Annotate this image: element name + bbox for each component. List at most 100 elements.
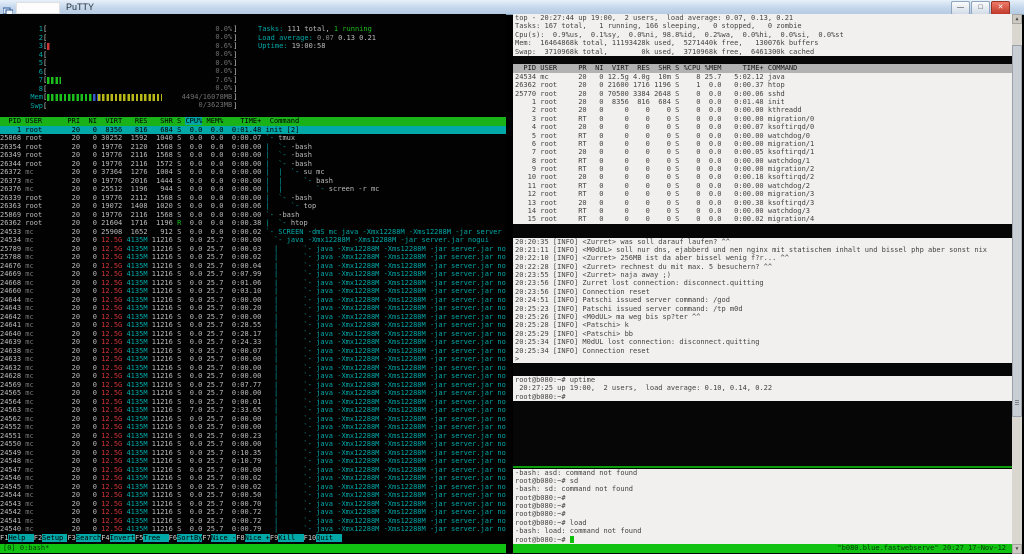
process-row[interactable]: 26373 mc 20 0 19776 2016 1444 S 0.0 0.0 …: [0, 177, 506, 186]
process-row[interactable]: 24628 mc 20 0 12.5G 4135M 11216 S 0.0 25…: [0, 372, 506, 381]
window-title: PuTTY: [66, 2, 95, 12]
process-row[interactable]: 24562 mc 20 0 12.5G 4135M 11216 S 0.0 25…: [0, 415, 506, 424]
fkey-F9[interactable]: F9Kill: [270, 534, 304, 542]
process-row[interactable]: 24643 mc 20 0 12.5G 4135M 11216 S 0.0 25…: [0, 304, 506, 313]
process-row[interactable]: 24541 mc 20 0 12.5G 4135M 11216 S 0.0 25…: [0, 517, 506, 526]
process-row[interactable]: 24633 mc 20 0 12.5G 4135M 11216 S 0.0 25…: [0, 355, 506, 364]
terminal-line: Tasks: 167 total, 1 running, 166 sleepin…: [513, 22, 1012, 31]
process-row[interactable]: 26349 root 20 0 19776 2116 1568 S 0.0 0.…: [0, 151, 506, 160]
top-process-row: 5 root RT 0 0 0 0 S 0 0.0 0:00.00 watchd…: [513, 131, 1012, 140]
fkey-F3[interactable]: F3Search: [67, 534, 102, 542]
scrollbar[interactable]: ▲ ▼: [1012, 14, 1022, 554]
meter-1: 1[0.0%]: [38, 24, 238, 33]
fkey-F4[interactable]: F4Invert: [101, 534, 135, 542]
process-row[interactable]: 24644 mc 20 0 12.5G 4135M 11216 S 0.0 25…: [0, 296, 506, 305]
process-row[interactable]: 24545 mc 20 0 12.5G 4135M 11216 S 0.0 25…: [0, 483, 506, 492]
fkey-F5[interactable]: F5Tree: [135, 534, 169, 542]
scroll-up-arrow[interactable]: ▲: [1012, 14, 1022, 24]
terminal-line: root@b080:~#: [513, 510, 1012, 519]
fkey-F8[interactable]: F8Nice +: [236, 534, 270, 542]
scroll-down-arrow[interactable]: ▼: [1012, 544, 1022, 554]
process-row[interactable]: 24676 mc 20 0 12.5G 4135M 11216 S 0.0 25…: [0, 262, 506, 271]
process-row[interactable]: 24660 mc 20 0 12.5G 4135M 11216 S 0.0 25…: [0, 287, 506, 296]
terminal-line: top - 20:27:44 up 19:00, 2 users, load a…: [513, 14, 1012, 23]
process-row[interactable]: 24638 mc 20 0 12.5G 4135M 11216 S 0.0 25…: [0, 347, 506, 356]
process-row[interactable]: 1 root 20 0 8356 816 684 S 0.0 0.0 0:01.…: [0, 125, 506, 134]
process-row[interactable]: 24640 mc 20 0 12.5G 4135M 11216 S 0.0 25…: [0, 330, 506, 339]
function-key-bar: F1Help F2Setup F3SearchF4InvertF5Tree F6…: [0, 534, 506, 543]
process-row[interactable]: 24542 mc 20 0 12.5G 4135M 11216 S 0.0 25…: [0, 508, 506, 517]
terminal-line: root@b080:~#: [513, 392, 1012, 402]
maximize-button[interactable]: □: [971, 1, 990, 15]
terminal-line: root@b080:~# uptime: [513, 376, 1012, 385]
log-line: 20:25:28 [INFO] <Patschi> k: [513, 321, 1012, 330]
process-row[interactable]: 24569 mc 20 0 12.5G 4135M 11216 S 0.0 25…: [0, 381, 506, 390]
process-row[interactable]: 24641 mc 20 0 12.5G 4135M 11216 S 0.0 25…: [0, 321, 506, 330]
process-row[interactable]: 24534 mc 20 0 12.5G 4135M 11216 S 0.0 25…: [0, 236, 506, 245]
process-row[interactable]: 25789 mc 20 0 12.5G 4135M 11216 S 0.0 25…: [0, 245, 506, 254]
process-row[interactable]: 26354 root 20 0 19776 2120 1568 S 0.0 0.…: [0, 143, 506, 152]
process-row[interactable]: 24552 mc 20 0 12.5G 4135M 11216 S 0.0 25…: [0, 423, 506, 432]
top-process-row: 15 root RT 0 0 0 0 S 0 0.0 0:00.02 migra…: [513, 215, 1012, 224]
fkey-F1[interactable]: F1Help: [0, 534, 34, 542]
process-row[interactable]: 25868 root 20 0 30252 1592 1040 S 0.0 0.…: [0, 134, 506, 143]
fkey-F10[interactable]: F10Quit: [304, 534, 342, 542]
process-row[interactable]: 26344 root 20 0 19776 2116 1572 S 0.0 0.…: [0, 160, 506, 169]
terminal-line: 20:27:25 up 19:00, 2 users, load average…: [513, 384, 1012, 393]
close-button[interactable]: ✕: [991, 1, 1010, 15]
process-row[interactable]: 24533 mc 20 0 25908 1652 912 S 0.0 0.0 0…: [0, 228, 506, 237]
process-row[interactable]: 26362 root 20 0 21604 1716 1196 R 0.0 0.…: [0, 219, 506, 228]
process-row[interactable]: 26339 root 20 0 19776 2112 1568 S 0.0 0.…: [0, 194, 506, 203]
fkey-F6[interactable]: F6SortBy: [169, 534, 203, 542]
process-row[interactable]: 26363 root 20 0 19072 1408 1020 S 0.0 0.…: [0, 202, 506, 211]
htop-pane: 1[0.0%] 2[0.0%] 3[0.6%] 4[0.0%] 5[0.0%] 6[0.0…: [0, 14, 506, 554]
process-row[interactable]: 25869 root 20 0 19776 2116 1568 S 0.0 0.…: [0, 211, 506, 220]
process-row[interactable]: 24546 mc 20 0 12.5G 4135M 11216 S 0.0 25…: [0, 474, 506, 483]
titlebar[interactable]: PuTTY — □ ✕: [0, 0, 1024, 17]
process-row[interactable]: 24548 mc 20 0 12.5G 4135M 11216 S 0.0 25…: [0, 457, 506, 466]
process-row[interactable]: 24668 mc 20 0 12.5G 4135M 11216 S 0.0 25…: [0, 279, 506, 288]
process-row[interactable]: 24565 mc 20 0 12.5G 4135M 11216 S 0.0 25…: [0, 389, 506, 398]
window-controls: — □ ✕: [951, 1, 1010, 15]
meter-4: 4[0.0%]: [38, 50, 238, 59]
process-row[interactable]: 26372 mc 20 0 37364 1276 1004 S 0.0 0.0 …: [0, 168, 506, 177]
fkey-F2[interactable]: F2Setup: [34, 534, 68, 542]
minimize-button[interactable]: —: [951, 1, 970, 15]
tasks-summary: Tasks: 111 total, 1 running Load average:…: [258, 25, 376, 51]
process-row[interactable]: 25788 mc 20 0 12.5G 4135M 11216 S 0.0 25…: [0, 253, 506, 262]
top-process-row: 25770 root 20 0 70500 3384 2648 S 0 0.0 …: [513, 89, 1012, 98]
process-row[interactable]: 24547 mc 20 0 12.5G 4135M 11216 S 0.0 25…: [0, 466, 506, 475]
log-line: 20:25:34 [INFO] Connection reset: [513, 346, 1012, 355]
terminal-line: root@b080:~# load: [513, 518, 1012, 528]
top-summary: top - 20:27:44 up 19:00, 2 users, load a…: [513, 14, 1012, 56]
redacted-session-name: [16, 2, 60, 14]
meter-7: 7[7.6%]: [38, 75, 238, 84]
log-line: 20:21:11 [INFO] <M0dUL> soll nur dns, ej…: [513, 245, 1012, 255]
top-table-header: PID USER PR NI VIRT RES SHR S %CPU %MEM …: [513, 64, 1012, 73]
process-row[interactable]: 24543 mc 20 0 12.5G 4135M 11216 S 0.0 25…: [0, 500, 506, 509]
process-row[interactable]: 24550 mc 20 0 12.5G 4135M 11216 S 0.0 25…: [0, 440, 506, 449]
terminal-line: Swap: 3710968k total, 0k used, 3710968k …: [513, 47, 1012, 56]
process-row[interactable]: 24669 mc 20 0 12.5G 4135M 11216 S 0.0 25…: [0, 270, 506, 279]
fkey-F7[interactable]: F7Nice -: [202, 534, 237, 542]
log-line: 20:20:35 [INFO] <Zurret> was soll darauf…: [513, 237, 1012, 246]
bash-block: -bash: asd: command not found root@b080:~…: [513, 468, 1012, 545]
scroll-thumb[interactable]: [1012, 45, 1022, 417]
process-row[interactable]: 24563 mc 20 0 12.5G 4135M 11216 S 7.0 25…: [0, 406, 506, 415]
terminal-cursor: [569, 536, 574, 544]
top-process-row: 3 root RT 0 0 0 0 S 0 0.0 0:00.00 migrat…: [513, 114, 1012, 124]
process-row[interactable]: 24544 mc 20 0 12.5G 4135M 11216 S 0.0 25…: [0, 491, 506, 500]
process-row[interactable]: 26376 mc 20 0 25512 1196 944 S 0.0 0.0 0…: [0, 185, 506, 194]
scroll-grip: [1015, 400, 1019, 405]
log-line: 20:25:34 [INFO] M0dUL lost connection: d…: [513, 338, 1012, 347]
process-row[interactable]: 24549 mc 20 0 12.5G 4135M 11216 S 0.0 25…: [0, 449, 506, 458]
process-row[interactable]: 24639 mc 20 0 12.5G 4135M 11216 S 0.0 25…: [0, 338, 506, 347]
process-row[interactable]: 24564 mc 20 0 12.5G 4135M 11216 S 0.0 25…: [0, 398, 506, 407]
process-table-header[interactable]: PID USER PRI NI VIRT RES SHR S CPU% MEM%…: [0, 117, 506, 126]
meter-6: 6[0.0%]: [38, 67, 238, 76]
process-row[interactable]: 24551 mc 20 0 12.5G 4135M 11216 S 0.0 25…: [0, 432, 506, 441]
process-row[interactable]: 24632 mc 20 0 12.5G 4135M 11216 S 0.0 25…: [0, 364, 506, 373]
process-row[interactable]: 24540 mc 20 0 12.5G 4135M 11216 S 0.0 25…: [0, 525, 506, 534]
process-row[interactable]: 24642 mc 20 0 12.5G 4135M 11216 S 0.0 25…: [0, 313, 506, 322]
meter-3: 3[0.6%]: [38, 41, 238, 50]
